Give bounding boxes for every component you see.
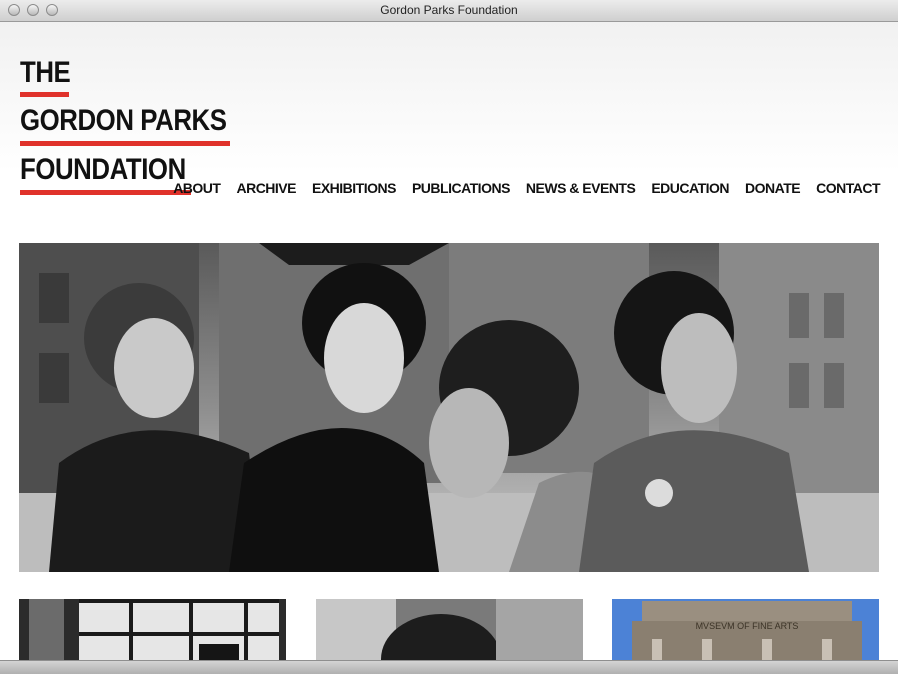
logo-line-gordon-parks: GORDON PARKS: [20, 104, 227, 137]
window-title: Gordon Parks Foundation: [380, 3, 518, 17]
main-nav: ABOUT ARCHIVE EXHIBITIONS PUBLICATIONS N…: [157, 180, 880, 196]
thumbnail-2-illustration: [316, 599, 583, 660]
nav-exhibitions[interactable]: EXHIBITIONS: [312, 180, 396, 196]
logo-line-the: THE: [20, 56, 71, 89]
thumbnail-1[interactable]: [19, 599, 286, 660]
page-content: THE GORDON PARKS FOUNDATION ABOUT ARCHIV…: [0, 22, 898, 660]
window-titlebar: Gordon Parks Foundation: [0, 0, 898, 22]
logo-underline-1: [20, 92, 69, 97]
nav-publications[interactable]: PUBLICATIONS: [412, 180, 510, 196]
nav-about[interactable]: ABOUT: [173, 180, 221, 196]
nav-donate[interactable]: DONATE: [745, 180, 801, 196]
hero-photo[interactable]: [19, 243, 879, 572]
museum-sign-text: MVSEVM OF FINE ARTS: [696, 621, 799, 631]
thumbnail-2[interactable]: [316, 599, 583, 660]
thumbnail-1-illustration: [19, 599, 286, 660]
nav-education[interactable]: EDUCATION: [651, 180, 729, 196]
nav-news-events[interactable]: NEWS & EVENTS: [526, 180, 636, 196]
browser-window: Gordon Parks Foundation THE GORDON PARKS…: [0, 0, 898, 674]
nav-contact[interactable]: CONTACT: [816, 180, 880, 196]
hero-photo-illustration: [19, 243, 879, 572]
nav-archive[interactable]: ARCHIVE: [236, 180, 296, 196]
logo-underline-2: [20, 141, 230, 146]
window-bottom-bar: [0, 660, 898, 674]
thumbnail-3-illustration: MVSEVM OF FINE ARTS: [612, 599, 879, 660]
thumbnail-3[interactable]: MVSEVM OF FINE ARTS: [612, 599, 879, 660]
